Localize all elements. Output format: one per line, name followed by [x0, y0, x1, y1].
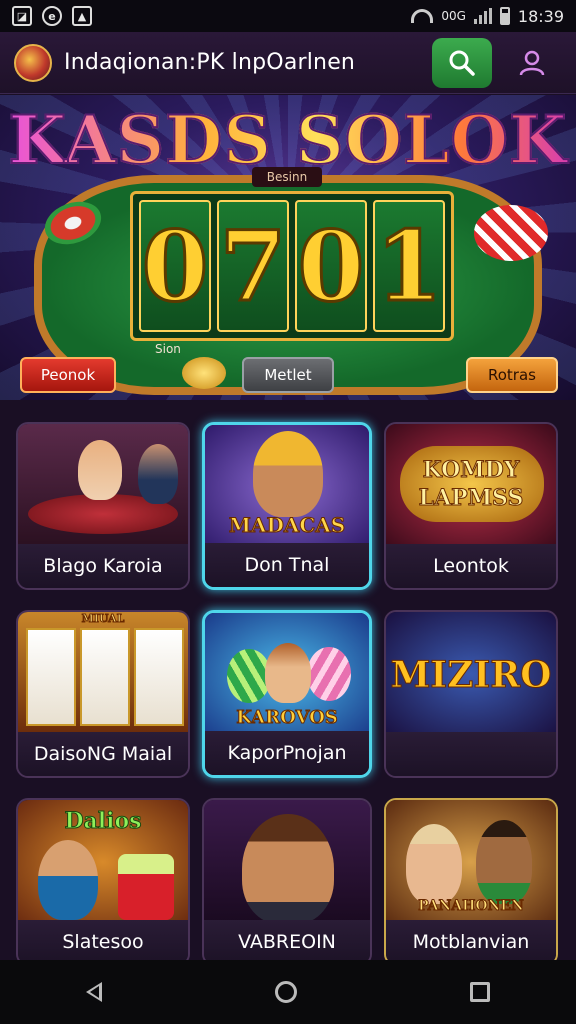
hero-left-button[interactable]: Peonok	[20, 357, 116, 393]
game-art: PANAHONEN	[386, 800, 556, 924]
user-icon	[519, 50, 545, 75]
game-art: MIUAL	[18, 612, 188, 736]
dealer-illustration	[78, 440, 122, 500]
wifi-icon	[411, 9, 434, 23]
app-title: Indaqionan:PK lnpOarlnen	[64, 50, 356, 75]
game-card[interactable]: KOMDY LAPMSS Leontok	[384, 422, 558, 590]
game-art-title: KAROVOS	[236, 707, 339, 729]
game-card[interactable]: MIUAL DaisoNG Maial	[16, 610, 190, 778]
clock: 18:39	[517, 6, 564, 26]
game-card[interactable]: KAROVOS KaporPnojan	[202, 610, 372, 778]
man-illustration	[476, 820, 532, 904]
game-art-title: MIZIRO	[390, 654, 552, 697]
game-art: KOMDY LAPMSS	[386, 424, 556, 548]
fan-illustration	[38, 840, 98, 920]
game-art-title: Dalios	[64, 808, 142, 835]
home-icon[interactable]	[274, 981, 297, 1003]
hero-banner[interactable]: KASDS SOLOK Besinn 0 7 0 1 Sion Peonok M…	[0, 95, 576, 400]
reel-4: 1	[373, 200, 445, 332]
status-bar: ◪ e ▲ 00G 18:39	[0, 0, 576, 32]
table-caption: Sion	[155, 342, 181, 356]
signal-icon	[473, 8, 492, 24]
reel-3: 0	[295, 200, 367, 332]
app-logo[interactable]	[14, 43, 52, 82]
woman-illustration	[406, 824, 462, 904]
app-icon: e	[42, 6, 62, 26]
search-icon	[449, 50, 475, 76]
pharaoh-illustration	[253, 431, 323, 517]
app-bar: Indaqionan:PK lnpOarlnen	[0, 32, 576, 94]
store-icon: ▲	[72, 6, 92, 26]
table-label: Besinn	[252, 167, 322, 187]
game-label: VABREOIN	[204, 920, 370, 964]
game-art-title: MADACAS	[228, 513, 346, 538]
back-icon[interactable]	[86, 982, 103, 1002]
hero-right-button[interactable]: Rotras	[466, 357, 558, 393]
game-card[interactable]: MIZIRO	[384, 610, 558, 778]
system-nav-bar	[0, 960, 576, 1024]
man-portrait-illustration	[242, 814, 334, 924]
game-art-title: KOMDY LAPMSS	[418, 457, 524, 512]
game-art: KAROVOS	[205, 613, 369, 737]
game-label: Slatesoo	[18, 920, 188, 964]
game-card[interactable]: Dalios Slatesoo	[16, 798, 190, 966]
game-art-title: PANAHONEN	[418, 898, 525, 915]
game-card[interactable]: Blago Karoia	[16, 422, 190, 590]
network-label: 00G	[441, 9, 466, 23]
notification-icon: ◪	[12, 6, 32, 26]
game-label: DaisoNG Maial	[18, 732, 188, 776]
game-label: Don Tnal	[205, 543, 369, 587]
game-art	[18, 424, 188, 548]
reel-1: 0	[139, 200, 211, 332]
game-art: MIZIRO	[386, 612, 556, 736]
game-label: Leontok	[386, 544, 556, 588]
game-label: Motblanvian	[386, 920, 556, 964]
slot-reels-illustration	[26, 628, 184, 726]
hero-illustration	[265, 643, 311, 703]
slot-reels: 0 7 0 1	[130, 191, 454, 341]
game-label	[386, 732, 556, 776]
game-card[interactable]: MADACAS Don Tnal	[202, 422, 372, 590]
recents-icon[interactable]	[469, 982, 490, 1002]
player-illustration	[138, 444, 178, 504]
hero-center-button[interactable]: Metlet	[242, 357, 334, 393]
game-card[interactable]: VABREOIN	[202, 798, 372, 966]
game-label: KaporPnojan	[205, 731, 369, 775]
coin-icon	[182, 357, 226, 389]
chip-icon	[474, 205, 548, 261]
reel-2: 7	[217, 200, 289, 332]
game-art: MADACAS	[205, 425, 369, 549]
game-card[interactable]: PANAHONEN Motblanvian	[384, 798, 558, 966]
game-art	[204, 800, 370, 924]
game-art-title: MIUAL	[81, 612, 125, 626]
game-art: Dalios	[18, 800, 188, 924]
game-grid: Blago Karoia MADACAS Don Tnal KOMDY LAPM…	[16, 422, 562, 966]
battery-icon	[499, 7, 510, 25]
popcorn-illustration	[118, 854, 174, 920]
game-label: Blago Karoia	[18, 544, 188, 588]
candy-illustration	[307, 647, 351, 701]
profile-button[interactable]	[502, 38, 562, 88]
search-button[interactable]	[432, 37, 492, 88]
